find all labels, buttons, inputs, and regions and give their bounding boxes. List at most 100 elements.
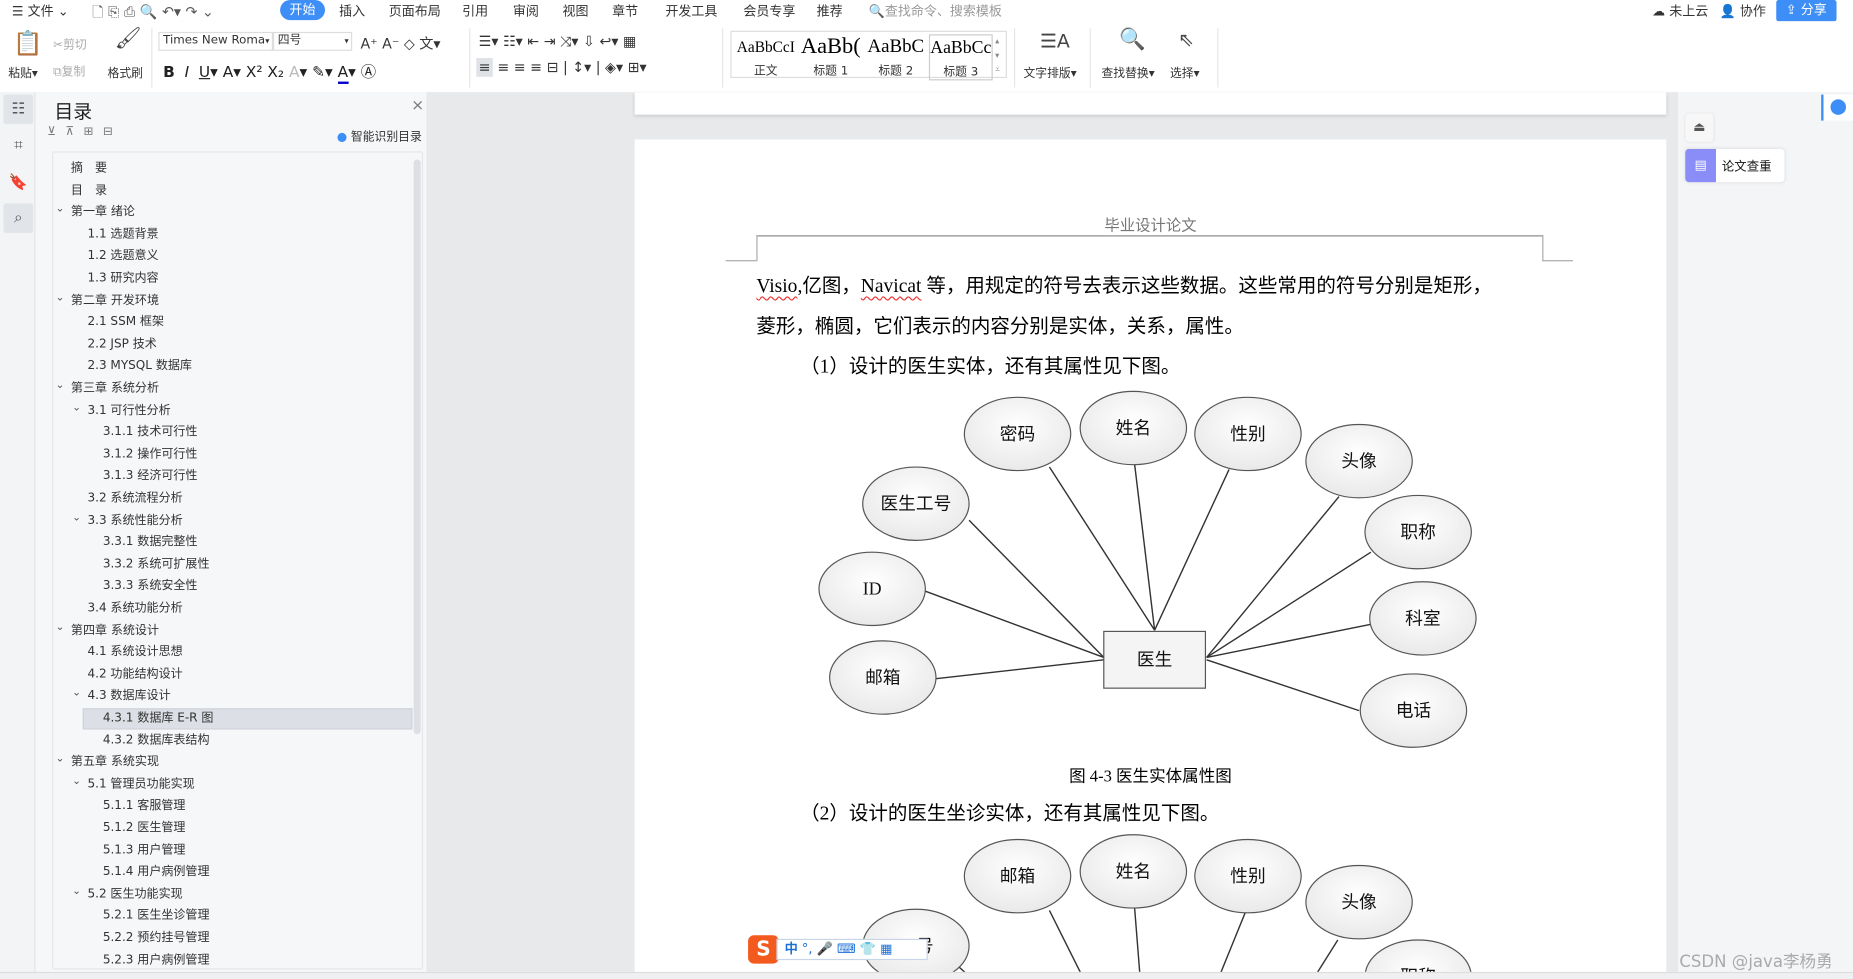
font-name-select[interactable]: Times New Roma ▾ <box>158 31 273 51</box>
chevron-down-icon[interactable]: ⌄ <box>72 687 81 699</box>
chevron-down-icon[interactable]: ⌄ <box>72 775 81 787</box>
toc-item[interactable]: 4.2 功能结构设计 <box>87 664 182 685</box>
format-painter-icon[interactable]: 🖌 <box>115 28 142 49</box>
paste-icon[interactable]: 📋 <box>13 31 42 55</box>
tab-0[interactable]: 开始 <box>280 0 325 21</box>
chevron-down-icon[interactable]: ⌄ <box>56 204 65 216</box>
find-icon[interactable]: 🔍 <box>1119 29 1145 50</box>
text-layout-icon[interactable]: ☰A <box>1040 31 1070 50</box>
cursor-icon[interactable]: ⇖ <box>1178 30 1194 49</box>
toc-item[interactable]: 3.1 可行性分析 <box>87 400 170 421</box>
chevron-down-icon[interactable]: ⌄ <box>56 753 65 765</box>
file-menu[interactable]: ☰ 文件 ⌄ <box>12 1 69 20</box>
smart-toc-button[interactable]: ● 智能识别目录 <box>337 127 422 144</box>
toc-item[interactable]: 4.1 系统设计思想 <box>87 642 182 663</box>
toc-item[interactable]: 3.3.1 数据完整性 <box>103 532 198 553</box>
toc-item[interactable]: 第五章 系统实现 <box>71 752 159 773</box>
toc-item[interactable]: 4.3.1 数据库 E-R 图 <box>103 708 214 729</box>
toc-item[interactable]: 5.2.1 医生坐诊管理 <box>103 906 210 927</box>
toc-item[interactable]: 5.2.3 用户病例管理 <box>103 950 210 971</box>
toc-scrollbar[interactable] <box>413 159 421 735</box>
find-replace-button[interactable]: 查找替换▾ <box>1101 63 1154 80</box>
toc-item[interactable]: 第一章 绪论 <box>71 202 135 223</box>
toc-item[interactable]: 5.1 管理员功能实现 <box>87 774 194 795</box>
toc-item[interactable]: 摘 要 <box>71 158 107 179</box>
toc-item[interactable]: 3.1.3 经济可行性 <box>103 466 198 487</box>
toc-item[interactable]: 第二章 开发环境 <box>71 290 159 311</box>
toc-item[interactable]: 3.2 系统流程分析 <box>87 488 182 509</box>
toc-item[interactable]: 4.3.2 数据库表结构 <box>103 730 210 751</box>
chevron-down-icon[interactable]: ⌄ <box>72 885 81 897</box>
connector-line <box>1153 469 1230 631</box>
chevron-down-icon[interactable]: ⌄ <box>56 621 65 633</box>
style-0[interactable]: AaBbCcI 正文 <box>734 34 798 78</box>
tab-2[interactable]: 页面布局 <box>389 1 441 20</box>
cloud-status[interactable]: ☁ 未上云 <box>1652 1 1708 20</box>
ime-toolbar[interactable]: S 中 °, 🎤 ⌨ 👕 ▦ <box>748 935 928 964</box>
location-pin-icon[interactable]: ⬤ <box>1821 94 1853 121</box>
toc-controls[interactable]: ⊻⊼⊞⊟ <box>47 125 122 138</box>
toc-item[interactable]: 2.3 MYSQL 数据库 <box>87 356 191 377</box>
share-button[interactable]: ⇪ 分享 <box>1776 0 1837 22</box>
tab-5[interactable]: 视图 <box>563 1 589 20</box>
tab-7[interactable]: 开发工具 <box>665 1 717 20</box>
outline-icon[interactable]: ⌗ <box>4 131 34 161</box>
paper-check-button[interactable]: ▤ 论文查重 <box>1685 148 1785 183</box>
toc-item[interactable]: 2.2 JSP 技术 <box>87 334 156 355</box>
toc-item[interactable]: 4.3 数据库设计 <box>87 686 170 707</box>
toc-item[interactable]: 第三章 系统分析 <box>71 378 159 399</box>
copy-button[interactable]: ⧉复制 <box>53 61 85 79</box>
cut-button[interactable]: ✂剪切 <box>53 34 87 52</box>
font-format-tools[interactable]: B I U▾ A▾ X² X₂ A▾ ✎▾ A▾ Ⓐ <box>163 59 376 84</box>
search-icon[interactable]: ⌕ <box>3 203 34 233</box>
tab-4[interactable]: 审阅 <box>513 1 539 20</box>
tab-3[interactable]: 引用 <box>462 1 488 20</box>
font-size-select[interactable]: 四号 ▾ <box>272 31 353 51</box>
select-button[interactable]: 选择▾ <box>1170 63 1200 80</box>
toc-item[interactable]: 1.1 选题背景 <box>87 224 158 245</box>
tab-8[interactable]: 会员专享 <box>743 1 795 20</box>
toc-item[interactable]: 1.3 研究内容 <box>87 268 158 289</box>
toc-item[interactable]: 5.1.2 医生管理 <box>103 818 186 839</box>
toc-item[interactable]: 5.2.2 预约挂号管理 <box>103 928 210 949</box>
tab-1[interactable]: 插入 <box>339 1 365 20</box>
toc-item[interactable]: 3.1.1 技术可行性 <box>103 422 198 443</box>
paragraph-tools[interactable]: ☰▾ ☷▾ ⇤ ⇥ ⤨▾ ⇩ ↩▾ ▦ <box>479 33 637 51</box>
style-1[interactable]: AaBb(标题 1 <box>799 34 863 78</box>
toc-item[interactable]: 3.1.2 操作可行性 <box>103 444 198 465</box>
paste-button[interactable]: 粘贴▾ <box>8 63 38 80</box>
style-scroll[interactable]: ▴ ▾ ⩡ <box>995 34 1000 77</box>
connector-line <box>1048 466 1156 631</box>
collapse-icon[interactable]: ⏏ <box>1685 113 1714 142</box>
collab-button[interactable]: 👤 协作 <box>1720 1 1766 20</box>
chevron-down-icon[interactable]: ⌄ <box>72 402 81 414</box>
toc-item[interactable]: 5.1.4 用户病例管理 <box>103 862 210 883</box>
font-size-tools[interactable]: A⁺ A⁻ ◇ 文▾ <box>360 33 440 53</box>
tab-6[interactable]: 章节 <box>612 1 638 20</box>
search-box[interactable]: 🔍查找命令、搜索模板 <box>869 1 1002 20</box>
toc-item[interactable]: 3.3 系统性能分析 <box>87 510 182 531</box>
chevron-down-icon[interactable]: ⌄ <box>72 511 81 523</box>
tab-9[interactable]: 推荐 <box>817 1 843 20</box>
toc-panel-icon[interactable]: ☷ <box>3 94 34 125</box>
toc-item[interactable]: 目 录 <box>71 180 107 201</box>
toc-item[interactable]: 2.1 SSM 框架 <box>87 312 164 333</box>
style-3[interactable]: AaBbCc 标题 3 <box>928 34 993 81</box>
ime-mode[interactable]: 中 <box>785 941 798 956</box>
chevron-down-icon[interactable]: ⌄ <box>56 292 65 304</box>
bookmark-icon[interactable]: 🔖 <box>4 168 34 198</box>
toc-item[interactable]: 3.3.3 系统安全性 <box>103 576 198 597</box>
text-layout-button[interactable]: 文字排版▾ <box>1023 63 1076 80</box>
chevron-down-icon[interactable]: ⌄ <box>56 380 65 392</box>
toc-item[interactable]: 1.2 选题意义 <box>87 246 158 267</box>
alignment-tools[interactable]: ≡ ≡ ≡ ≡ ⊟ | ↕▾ | ◈▾ ⊞▾ <box>476 57 647 77</box>
toc-item[interactable]: 第四章 系统设计 <box>71 620 159 641</box>
toc-item[interactable]: 5.2 医生功能实现 <box>87 884 182 905</box>
format-painter-button[interactable]: 格式刷 <box>108 63 143 80</box>
toc-item[interactable]: 5.1.1 客服管理 <box>103 796 186 817</box>
toc-item[interactable]: 3.3.2 系统可扩展性 <box>103 554 210 575</box>
close-icon[interactable]: × <box>411 97 424 115</box>
toc-item[interactable]: 3.4 系统功能分析 <box>87 598 182 619</box>
style-2[interactable]: AaBbC 标题 2 <box>864 34 928 78</box>
toc-item[interactable]: 5.1.3 用户管理 <box>103 840 186 861</box>
